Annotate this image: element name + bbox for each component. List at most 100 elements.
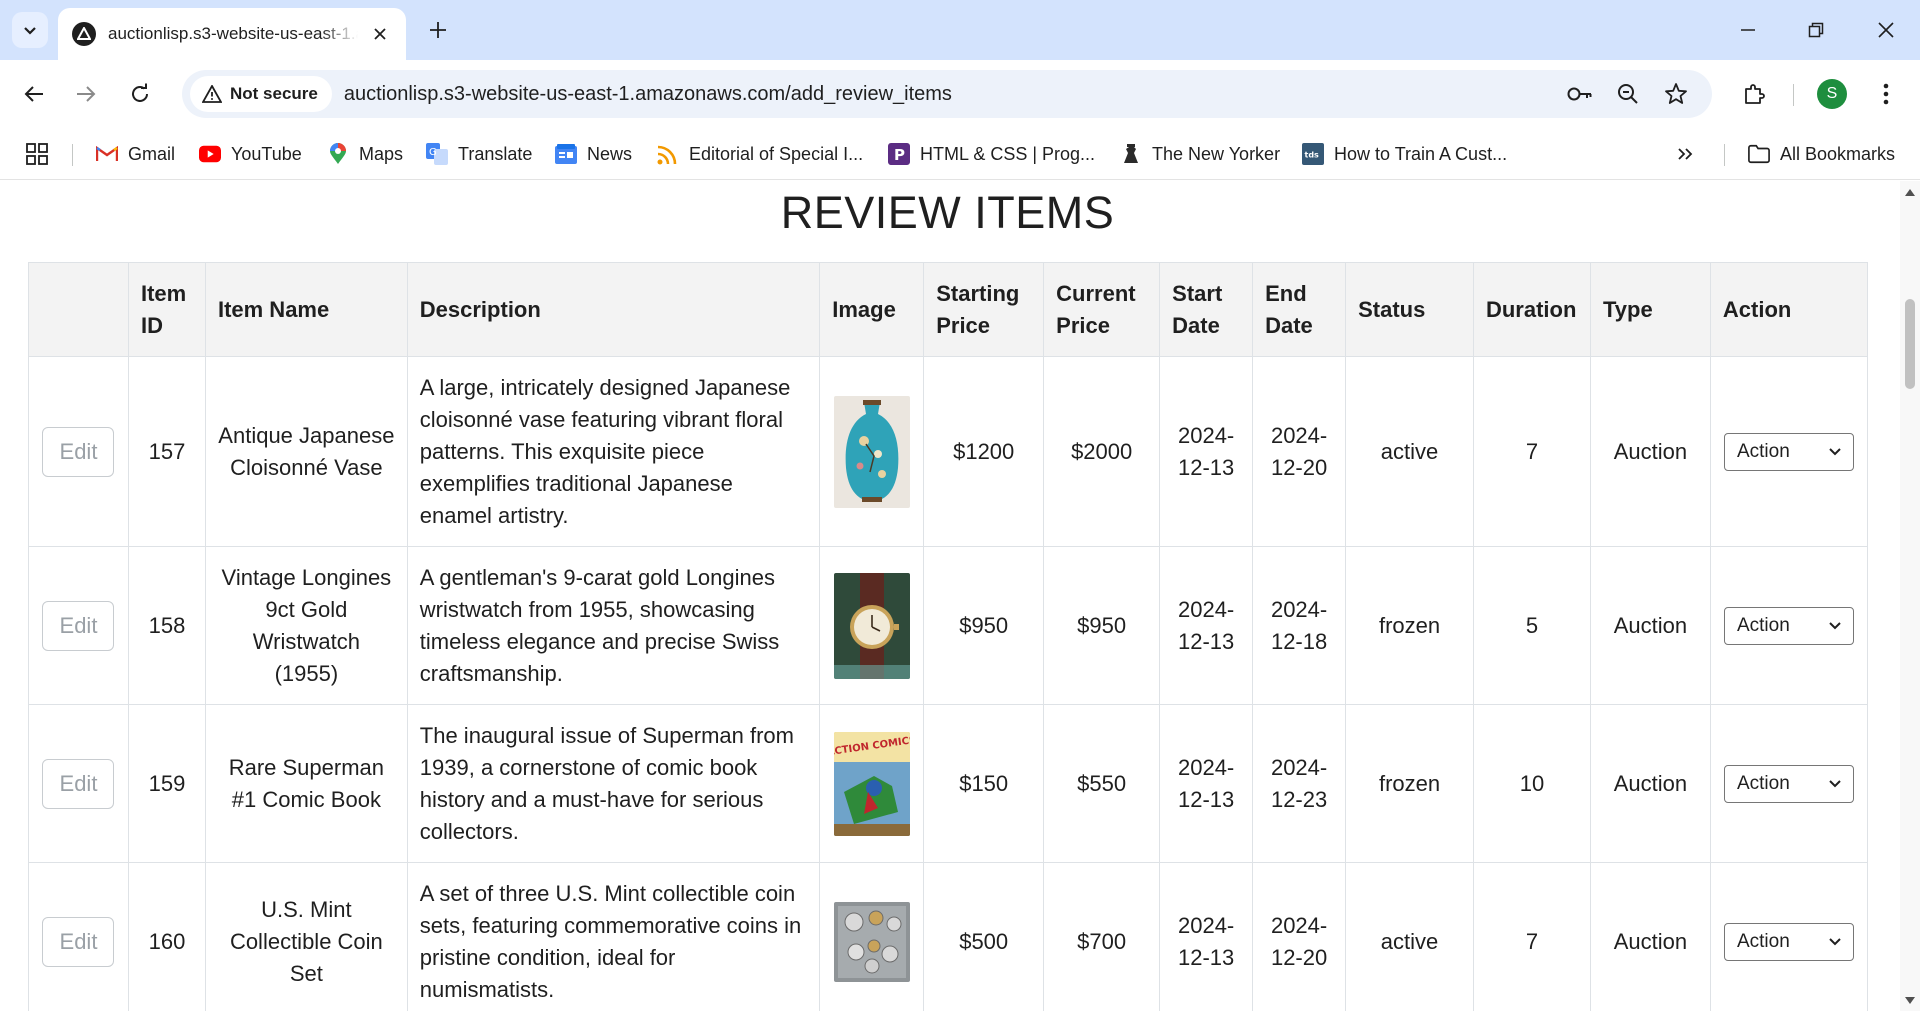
bookmark-youtube[interactable]: YouTube (199, 138, 302, 170)
end-date: 2024-12-20 (1252, 862, 1347, 1011)
back-button[interactable] (14, 74, 54, 114)
scroll-up-icon[interactable] (1900, 185, 1920, 199)
table-row: Edit 159 Rare Superman #1 Comic Book The… (28, 704, 1869, 863)
bookmark-label: Maps (359, 143, 404, 164)
gmail-icon (96, 143, 118, 165)
bookmark-translate[interactable]: G Translate (426, 138, 532, 170)
column-header: End Date (1252, 262, 1347, 357)
action-select-value: Action (1736, 614, 1790, 636)
arrow-left-icon (24, 86, 43, 102)
svg-text:P: P (894, 146, 905, 164)
svg-text:tds: tds (1305, 151, 1320, 160)
more-bookmarks-button[interactable] (1676, 138, 1694, 170)
starting-price: $950 (923, 546, 1045, 705)
current-price: $700 (1043, 862, 1161, 1011)
close-tab-icon[interactable] (368, 22, 392, 46)
maps-icon (327, 143, 349, 165)
bookmark-label: HTML & CSS | Prog... (920, 143, 1096, 164)
extensions-button[interactable] (1734, 74, 1774, 114)
action-select[interactable]: Action (1723, 764, 1854, 803)
restore-button[interactable] (1782, 0, 1850, 60)
bookmark-star-icon[interactable] (1662, 80, 1690, 108)
status: active (1345, 356, 1474, 547)
bookmark-new-yorker[interactable]: The New Yorker (1120, 138, 1280, 170)
active-tab[interactable]: auctionlisp.s3-website-us-east-1.amazona… (58, 8, 406, 60)
avatar: S (1817, 79, 1847, 109)
plus-icon (430, 22, 446, 38)
vase-image (833, 395, 910, 508)
duration: 10 (1472, 704, 1591, 863)
coins-image (833, 901, 910, 982)
bookmark-label: News (587, 143, 633, 164)
column-header: Status (1345, 262, 1474, 357)
profile-button[interactable]: S (1812, 74, 1852, 114)
bookmark-p-icon: P (888, 143, 910, 165)
page-scrollbar[interactable] (1900, 181, 1920, 1011)
end-date: 2024-12-23 (1252, 704, 1347, 863)
bookmark-label: Editorial of Special I... (689, 143, 864, 164)
column-header: Item ID (127, 262, 206, 357)
new-tab-button[interactable] (420, 12, 456, 48)
forward-button[interactable] (66, 74, 106, 114)
tds-icon: tds (1302, 143, 1324, 165)
security-chip[interactable]: Not secure (190, 76, 332, 112)
item-id: 159 (127, 704, 206, 863)
review-items-table: Item ID Item Name Description Image Star… (28, 262, 1869, 1011)
current-price: $950 (1043, 546, 1161, 705)
column-header: Current Price (1043, 262, 1161, 357)
bookmark-label: How to Train A Cust... (1334, 143, 1508, 164)
status: frozen (1345, 704, 1474, 863)
edit-button[interactable]: Edit (42, 758, 115, 809)
type: Auction (1589, 704, 1711, 863)
starting-price: $500 (923, 862, 1045, 1011)
bookmark-news[interactable]: News (555, 138, 632, 170)
start-date: 2024-12-13 (1159, 546, 1254, 705)
url-text[interactable]: auctionlisp.s3-website-us-east-1.amazona… (344, 83, 952, 106)
action-select[interactable]: Action (1723, 432, 1854, 471)
end-date: 2024-12-18 (1252, 546, 1347, 705)
bookmark-label: Gmail (128, 143, 176, 164)
puzzle-icon (1745, 84, 1765, 104)
bookmark-label: YouTube (231, 143, 302, 164)
password-key-icon[interactable] (1566, 80, 1594, 108)
more-vertical-icon (1883, 83, 1889, 105)
close-window-button[interactable] (1852, 0, 1920, 60)
scrollbar-thumb[interactable] (1905, 299, 1915, 389)
bookmark-editorial[interactable]: Editorial of Special I... (657, 138, 863, 170)
column-header: Duration (1472, 262, 1591, 357)
minimize-button[interactable] (1714, 0, 1782, 60)
edit-button[interactable]: Edit (42, 600, 115, 651)
tab-search-button[interactable] (12, 12, 48, 48)
menu-button[interactable] (1866, 74, 1906, 114)
chevron-down-icon (1829, 937, 1841, 945)
minimize-icon (1741, 29, 1755, 31)
chevron-down-icon (24, 27, 36, 35)
starting-price: $1200 (923, 356, 1045, 547)
item-name: U.S. Mint Collectible Coin Set (204, 862, 408, 1011)
action-select[interactable]: Action (1723, 606, 1854, 645)
edit-button[interactable]: Edit (42, 916, 115, 967)
zoom-icon[interactable] (1614, 80, 1642, 108)
apps-grid-icon (26, 143, 48, 165)
item-name: Antique Japanese Cloisonné Vase (204, 356, 408, 547)
status: frozen (1345, 546, 1474, 705)
column-header: Starting Price (923, 262, 1045, 357)
address-bar[interactable]: Not secure auctionlisp.s3-website-us-eas… (182, 70, 1712, 118)
reload-button[interactable] (120, 74, 160, 114)
bookmark-gmail[interactable]: Gmail (96, 138, 175, 170)
type: Auction (1589, 356, 1711, 547)
close-icon (1878, 22, 1894, 38)
comic-image: ACTION COMICS (833, 731, 910, 836)
apps-button[interactable] (26, 138, 48, 170)
item-id: 157 (127, 356, 206, 547)
scroll-down-icon[interactable] (1900, 993, 1920, 1007)
bookmark-how-to-train[interactable]: tds How to Train A Cust... (1302, 138, 1507, 170)
action-select[interactable]: Action (1723, 922, 1854, 961)
site-favicon-icon (72, 22, 96, 46)
bookmark-html-css[interactable]: P HTML & CSS | Prog... (888, 138, 1095, 170)
edit-button[interactable]: Edit (42, 426, 115, 477)
current-price: $550 (1043, 704, 1161, 863)
chevron-down-icon (1829, 447, 1841, 455)
all-bookmarks-button[interactable]: All Bookmarks (1748, 138, 1895, 170)
bookmark-maps[interactable]: Maps (327, 138, 403, 170)
